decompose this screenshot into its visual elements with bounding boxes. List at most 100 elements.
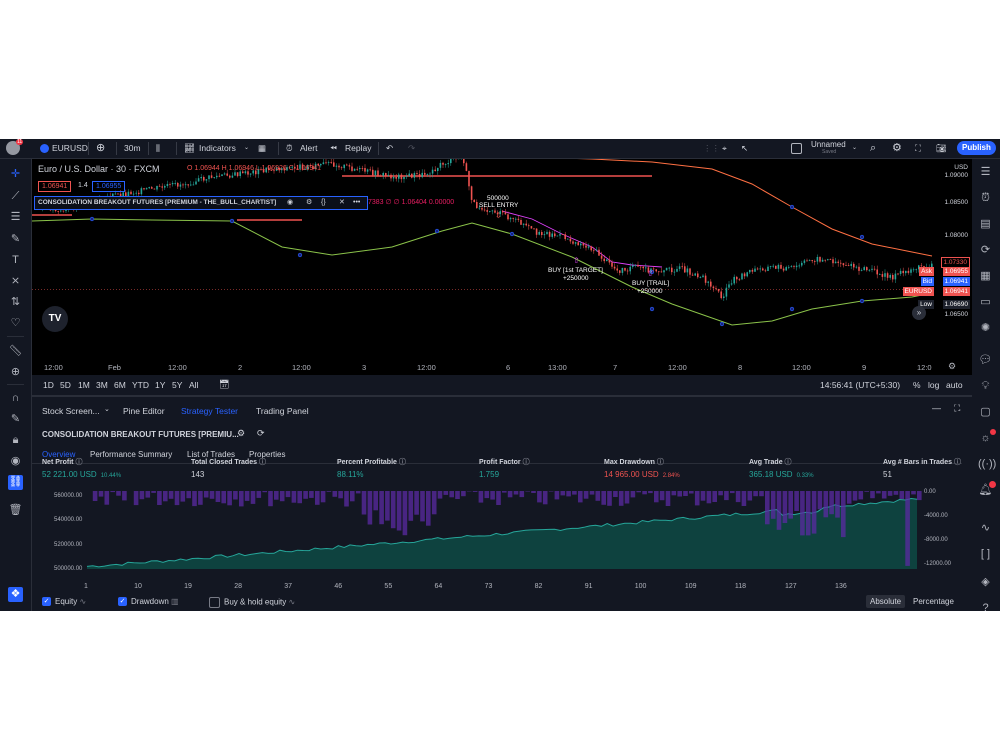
zoom-in-icon[interactable]: ⊕ bbox=[8, 365, 23, 380]
indicators-chevron-icon[interactable]: ⌄ bbox=[244, 142, 249, 155]
alert-button[interactable]: Alert bbox=[300, 142, 317, 155]
info-icon[interactable]: ⓘ bbox=[399, 459, 406, 466]
info-icon[interactable]: ⓘ bbox=[785, 459, 792, 466]
info-icon[interactable]: ⓘ bbox=[954, 459, 961, 466]
range-1m[interactable]: 1M bbox=[78, 380, 90, 390]
equity-legend[interactable]: ✓ Equity ∿ bbox=[42, 597, 86, 607]
broadcast-icon[interactable]: ((·)) bbox=[978, 457, 996, 472]
scroll-right-icon[interactable]: » bbox=[912, 306, 926, 320]
streams-icon[interactable]: ▢ bbox=[978, 405, 993, 420]
tab-stock-screener[interactable]: Stock Screen... bbox=[42, 406, 100, 416]
fullscreen-icon[interactable]: ⛶ bbox=[915, 142, 921, 155]
ideas-icon[interactable]: 💡︎ bbox=[978, 379, 993, 394]
refresh-icon[interactable]: ⟳ bbox=[257, 428, 265, 439]
performance-chart[interactable] bbox=[32, 489, 972, 589]
cursor-icon[interactable]: ↖ bbox=[741, 142, 748, 155]
lock-icon[interactable]: 🔒︎ bbox=[8, 433, 23, 448]
crosshair-icon[interactable]: ⌖ bbox=[722, 142, 727, 155]
settings-gear-icon[interactable]: ⚙ bbox=[892, 142, 902, 155]
range-6m[interactable]: 6M bbox=[114, 380, 126, 390]
help-icon[interactable]: ? bbox=[978, 601, 993, 611]
forecast-tool-icon[interactable]: ⇅ bbox=[8, 295, 23, 310]
ruler-icon[interactable]: 📏︎ bbox=[8, 344, 23, 359]
percentage-toggle[interactable]: Percentage bbox=[913, 597, 954, 606]
range-1d[interactable]: 1D bbox=[43, 380, 54, 390]
range-all[interactable]: All bbox=[189, 380, 198, 390]
tab-pine-editor[interactable]: Pine Editor bbox=[123, 406, 165, 416]
data-window-icon[interactable]: ▤ bbox=[978, 217, 993, 232]
heart-icon[interactable]: ♡ bbox=[8, 316, 23, 331]
calendar-icon[interactable]: ▦ bbox=[978, 269, 993, 284]
replay-button[interactable]: Replay bbox=[345, 142, 371, 155]
layout-name[interactable]: Unnamed bbox=[811, 140, 846, 149]
chat-icon[interactable]: 💬︎ bbox=[978, 353, 993, 368]
maximize-panel-icon[interactable]: ⛶ bbox=[954, 403, 960, 414]
magnet-icon[interactable]: ∩ bbox=[8, 391, 23, 406]
goto-date-icon[interactable]: 📅︎ bbox=[219, 379, 230, 390]
buy-quote-box[interactable]: 1.06955 bbox=[92, 181, 126, 192]
lock-drawing-icon[interactable]: ✎ bbox=[8, 412, 23, 427]
symbol-search[interactable]: EURUSD bbox=[52, 142, 88, 155]
drag-handle-icon[interactable]: ⋮⋮ bbox=[703, 142, 720, 155]
tab-trading-panel[interactable]: Trading Panel bbox=[256, 406, 309, 416]
range-1y[interactable]: 1Y bbox=[155, 380, 165, 390]
pattern-tool-icon[interactable]: ⨯ bbox=[8, 274, 23, 289]
range-5d[interactable]: 5D bbox=[60, 380, 71, 390]
close-icon[interactable]: ✕ bbox=[339, 197, 345, 209]
crosshair-tool-icon[interactable]: ✛ bbox=[8, 167, 23, 182]
sell-quote-box[interactable]: 1.06941 bbox=[38, 181, 72, 192]
drawdown-legend[interactable]: ✓ Drawdown ▥ bbox=[118, 597, 179, 607]
strategy-title[interactable]: CONSOLIDATION BREAKOUT FUTURES [PREMIU..… bbox=[42, 430, 239, 439]
price-chart-canvas[interactable] bbox=[32, 159, 972, 359]
layout-checkbox-icon[interactable] bbox=[791, 143, 802, 154]
layers-icon[interactable]: ◈ bbox=[978, 575, 993, 590]
watchlist-icon[interactable]: ☰ bbox=[978, 165, 993, 180]
link-icon[interactable]: ⛓︎ bbox=[8, 475, 23, 490]
equity-checkbox[interactable]: ✓ bbox=[42, 597, 51, 607]
brush-tool-icon[interactable]: ✎ bbox=[8, 232, 23, 247]
templates-icon[interactable]: ▦ bbox=[258, 142, 266, 155]
info-icon[interactable]: ⓘ bbox=[259, 459, 266, 466]
strategy-legend[interactable]: CONSOLIDATION BREAKOUT FUTURES [PREMIUM … bbox=[34, 196, 368, 210]
undo-icon[interactable]: ↶ bbox=[386, 142, 393, 155]
more-icon[interactable]: ••• bbox=[353, 197, 360, 209]
candle-type-icon[interactable]: ⫼ bbox=[156, 142, 160, 155]
brain-icon[interactable]: ✺ bbox=[978, 321, 993, 336]
pulse-icon[interactable]: ∿ bbox=[978, 521, 993, 536]
eye-icon[interactable]: ◉ bbox=[8, 454, 23, 469]
source-code-icon[interactable]: {} bbox=[321, 197, 326, 209]
clock-readout[interactable]: 14:56:41 (UTC+5:30) bbox=[820, 380, 900, 390]
tab-strategy-tester[interactable]: Strategy Tester bbox=[181, 406, 238, 416]
interval-selector[interactable]: 30m bbox=[124, 142, 141, 155]
legend-symbol-title[interactable]: Euro / U.S. Dollar · 30 · FXCM bbox=[38, 164, 160, 174]
log-toggle[interactable]: log bbox=[928, 380, 939, 390]
range-ytd[interactable]: YTD bbox=[132, 380, 149, 390]
range-3m[interactable]: 3M bbox=[96, 380, 108, 390]
alerts-clock-icon[interactable]: ⏰︎ bbox=[978, 191, 993, 206]
redo-icon[interactable]: ↷ bbox=[408, 142, 415, 155]
camera-icon[interactable]: 📷︎ bbox=[936, 142, 947, 155]
trendline-tool-icon[interactable]: ⟋ bbox=[8, 189, 23, 204]
info-icon[interactable]: ⓘ bbox=[657, 459, 664, 466]
eye-icon[interactable]: ◉ bbox=[287, 197, 293, 209]
auto-toggle[interactable]: auto bbox=[946, 380, 963, 390]
price-chart[interactable]: Euro / U.S. Dollar · 30 · FXCM O 1.06944… bbox=[32, 159, 972, 359]
range-5y[interactable]: 5Y bbox=[172, 380, 182, 390]
news-icon[interactable]: ▭ bbox=[978, 295, 993, 310]
indicators-icon[interactable]: 📈︎ bbox=[184, 142, 195, 155]
indicators-button[interactable]: Indicators bbox=[199, 142, 236, 155]
buyhold-legend[interactable]: Buy & hold equity ∿ bbox=[209, 597, 295, 608]
minimize-panel-icon[interactable]: — bbox=[932, 403, 941, 413]
drawdown-checkbox[interactable]: ✓ bbox=[118, 597, 127, 607]
text-tool-icon[interactable]: T bbox=[8, 253, 23, 268]
hotlist-icon[interactable]: ⟳ bbox=[978, 243, 993, 258]
tradingview-logo[interactable]: TV bbox=[42, 306, 68, 332]
settings-icon[interactable]: ⚙ bbox=[306, 197, 312, 209]
time-scale[interactable]: 12:00 Feb 12:00 2 12:00 3 12:00 6 13:00 … bbox=[32, 359, 972, 375]
compare-plus-icon[interactable]: ⊕ bbox=[96, 142, 105, 155]
layout-chevron-icon[interactable]: ⌄ bbox=[852, 142, 857, 155]
alert-icon[interactable]: ⏰︎ bbox=[286, 142, 293, 155]
object-tree-icon[interactable]: ❖ bbox=[8, 587, 23, 602]
publish-button[interactable]: Publish bbox=[957, 141, 996, 155]
scale-settings-icon[interactable]: ⚙ bbox=[948, 361, 956, 372]
